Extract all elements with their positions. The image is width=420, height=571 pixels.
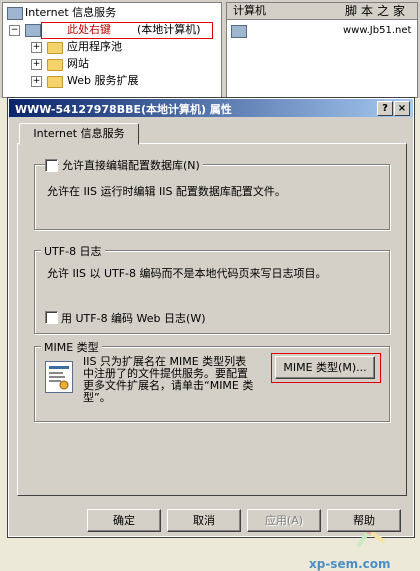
utf8-checkbox-label[interactable]: 用 UTF-8 编码 Web 日志(W) [61,310,206,326]
highlight-box [41,22,213,39]
expand-icon[interactable]: + [31,42,42,53]
tree-item-app-pools[interactable]: + 应用程序池 [3,39,219,55]
close-button[interactable]: × [394,101,410,116]
utf8-log-group: UTF-8 日志 允许 IIS 以 UTF-8 编码而不是本地代码页来写日志项目… [34,243,390,334]
mime-description-line: 型”。 [83,391,111,404]
tab-iis[interactable]: Internet 信息服务 [19,123,139,145]
tree-root[interactable]: Internet 信息服务 [3,5,219,21]
folder-icon [47,59,63,71]
site-watermark: 脚本之家 [345,4,410,18]
list-item-label: www.Jb51.net [343,25,412,36]
collapse-icon[interactable]: − [9,25,20,36]
mime-types-icon [45,361,73,393]
metabase-checkbox-label[interactable]: 允许直接编辑配置数据库(N) [59,157,203,173]
tab-panel: 允许直接编辑配置数据库(N) 允许在 IIS 运行时编辑 IIS 配置数据库配置… [17,143,407,496]
mime-group: MIME 类型 IIS 只为扩展名在 MIME 类型列表 中注册了的文件提供服务… [34,339,390,422]
metabase-group: 允许直接编辑配置数据库(N) 允许在 IIS 运行时编辑 IIS 配置数据库配置… [34,157,390,230]
utf8-group-title: UTF-8 日志 [41,243,105,259]
tree-item-websites[interactable]: + 网站 [3,56,219,72]
mmc-window: Internet 信息服务 − 此处右键 (本地计算机) + 应用程序池 + 网… [0,0,420,98]
mime-types-button[interactable]: MIME 类型(M)... [275,356,375,379]
tree-item-label: 网站 [67,57,89,70]
computer-icon [231,25,247,38]
tree-root-label: Internet 信息服务 [25,6,117,19]
tree-item-label: 应用程序池 [67,40,122,53]
tree-server[interactable]: − 此处右键 (本地计算机) [3,22,219,39]
dialog-title: WWW-54127978BBE(本地计算机) 属性 [15,103,232,116]
list-column-header[interactable]: 计算机 脚本之家 [227,3,417,20]
metabase-edit-checkbox[interactable] [45,159,58,172]
tab-label: Internet 信息服务 [33,127,125,140]
console-tree[interactable]: Internet 信息服务 − 此处右键 (本地计算机) + 应用程序池 + 网… [2,2,222,98]
result-pane[interactable]: 计算机 脚本之家 www.Jb51.net [226,2,418,98]
properties-dialog: WWW-54127978BBE(本地计算机) 属性 ? × Internet 信… [7,97,415,571]
watermark-text: xp-sem.com [309,557,391,571]
folder-icon [47,76,63,88]
utf8-log-checkbox[interactable] [45,311,58,324]
cancel-button[interactable]: 取消 [167,509,241,532]
utf8-description: 允许 IIS 以 UTF-8 编码而不是本地代码页来写日志项目。 [47,267,327,280]
metabase-description: 允许在 IIS 运行时编辑 IIS 配置数据库配置文件。 [47,185,286,198]
apply-button[interactable]: 应用(A) [247,509,321,532]
expand-icon[interactable]: + [31,59,42,70]
title-bar[interactable]: WWW-54127978BBE(本地计算机) 属性 ? × [9,99,413,117]
ok-button[interactable]: 确定 [87,509,161,532]
tree-item-label: Web 服务扩展 [67,74,139,87]
list-item[interactable]: www.Jb51.net [227,23,417,39]
folder-icon [47,42,63,54]
computer-icon [25,24,41,37]
tree-item-web-extensions[interactable]: + Web 服务扩展 [3,73,219,89]
iis-icon [7,7,23,20]
help-title-button[interactable]: ? [377,101,393,116]
column-header-label: 计算机 [233,4,266,17]
help-button[interactable]: 帮助 [327,509,401,532]
expand-icon[interactable]: + [31,76,42,87]
